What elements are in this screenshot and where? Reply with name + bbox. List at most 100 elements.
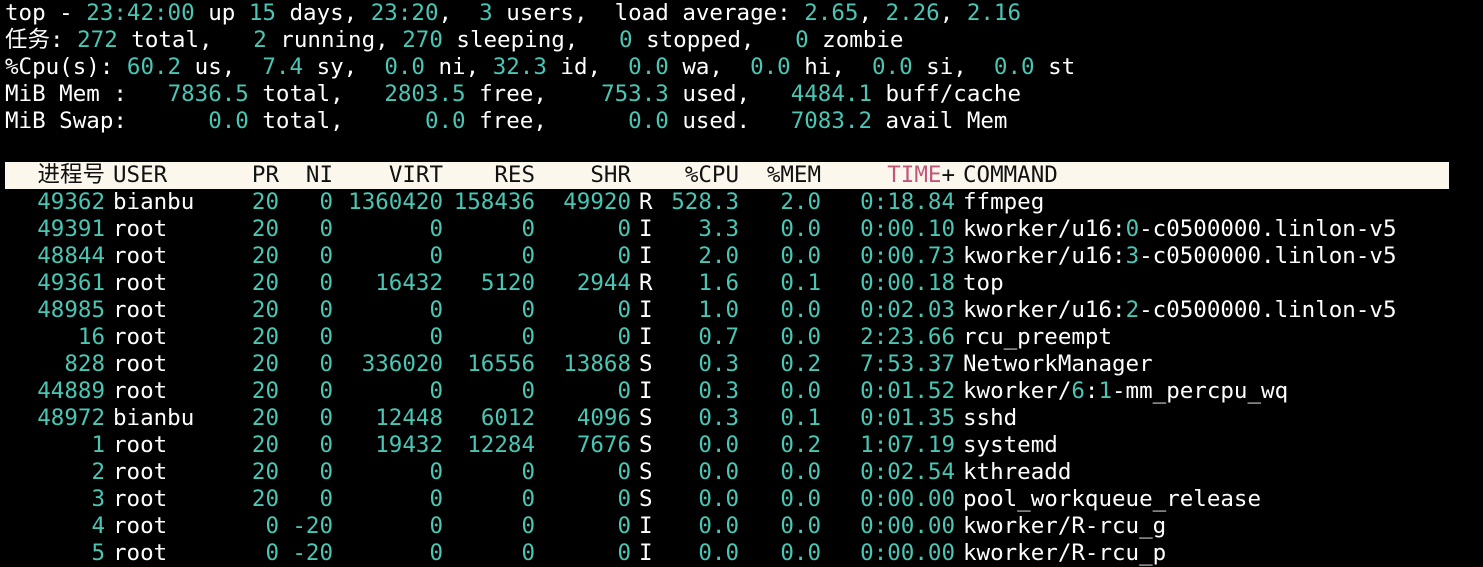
- cell-virt: 0: [429, 486, 443, 512]
- cell-user: root: [113, 216, 168, 242]
- header-time-plus: +: [941, 162, 955, 188]
- process-row[interactable]: 48972 bianbu 20 0 12448 6012 4096 S 0.3 0.1 0:01.3…: [5, 405, 1483, 432]
- cell-virt: 16432: [375, 270, 443, 296]
- line4-segment: total,: [248, 81, 385, 107]
- cell-command: kworker/R-rcu_g: [963, 513, 1483, 540]
- header-ni: NI: [305, 162, 333, 188]
- command-segment: rcu_preempt: [963, 324, 1113, 350]
- cell-user: root: [113, 351, 168, 377]
- cell-res: 5120: [480, 270, 535, 296]
- process-row[interactable]: 1 root 20 0 19432 12284 7676 S 0.0 0.2 1:07.19 syst…: [5, 432, 1483, 459]
- command-segment: NetworkManager: [963, 351, 1153, 377]
- process-row[interactable]: 828 root 20 0 336020 16556 13868 S 0.3 0.2 7:53.37…: [5, 351, 1483, 378]
- cell-command: top: [963, 270, 1483, 297]
- cell-cpu: 0.0: [698, 432, 739, 458]
- cell-ni: 0: [319, 216, 333, 242]
- line3-segment: id,: [546, 54, 629, 80]
- cell-s: S: [639, 351, 653, 377]
- line1-segment: ,: [939, 0, 967, 26]
- process-row[interactable]: 3 root 20 0 0 0 0 S 0.0 0.0 0:00.00 pool_workqueue_…: [5, 486, 1483, 513]
- cell-pid: 3: [91, 486, 105, 512]
- command-segment: pool_workqueue_release: [963, 486, 1262, 512]
- process-row[interactable]: 49361 root 20 0 16432 5120 2944 R 1.6 0.1 0:00.18 t…: [5, 270, 1483, 297]
- cell-time: 2:23.66: [860, 324, 955, 350]
- command-segment: -c0500000.linlon-v5: [1139, 243, 1397, 269]
- line3-segment: hi,: [790, 54, 872, 80]
- cell-ni: 0: [319, 432, 333, 458]
- cell-s: S: [639, 405, 653, 431]
- cell-user: root: [113, 486, 168, 512]
- cell-user: root: [113, 297, 168, 323]
- cell-s: R: [639, 189, 653, 215]
- process-row[interactable]: 49391 root 20 0 0 0 0 I 3.3 0.0 0:00.10 kworker/u16…: [5, 216, 1483, 243]
- cell-shr: 0: [617, 216, 631, 242]
- cell-virt: 1360420: [348, 189, 443, 215]
- command-segment: top: [963, 270, 1004, 296]
- process-row[interactable]: 5 root 0 -20 0 0 0 I 0.0 0.0 0:00.00 kworker/R-rcu_…: [5, 540, 1483, 567]
- cell-user: root: [113, 540, 168, 566]
- cell-cpu: 1.0: [698, 297, 739, 323]
- cell-pid: 44889: [37, 378, 105, 404]
- cell-ni: 0: [319, 270, 333, 296]
- cell-pr: 20: [251, 297, 279, 323]
- line2-segment: zombie: [808, 27, 904, 53]
- cell-s: S: [639, 486, 653, 512]
- cell-ni: 0: [319, 378, 333, 404]
- cell-virt: 0: [429, 216, 443, 242]
- line4-segment: 7836.5: [167, 81, 249, 107]
- process-row[interactable]: 48844 root 20 0 0 0 0 I 2.0 0.0 0:00.73 kworker/u16…: [5, 243, 1483, 270]
- process-row[interactable]: 2 root 20 0 0 0 0 S 0.0 0.0 0:02.54 kthreadd: [5, 459, 1483, 486]
- cell-mem: 0.2: [780, 432, 821, 458]
- command-segment: kworker/u16:: [963, 216, 1126, 242]
- process-row[interactable]: 49362 bianbu 20 0 1360420 158436 49920 R 528.3 2.…: [5, 189, 1483, 216]
- line1-segment: days,: [275, 0, 371, 26]
- line1-segment: 23:42:00: [86, 0, 195, 26]
- command-segment: kworker/: [963, 378, 1072, 404]
- process-table-header: 进程号 USER PR NI VIRT RES SHR %CPU %MEM TI…: [5, 162, 1449, 189]
- line5-segment: 7083.2: [790, 108, 872, 134]
- line1-segment: 2.65: [804, 0, 859, 26]
- cell-s: S: [639, 459, 653, 485]
- cell-cpu: 0.0: [698, 513, 739, 539]
- header-pid: 进程号: [37, 162, 105, 188]
- line5-segment: avail Mem: [872, 108, 1008, 134]
- line4-segment: 4484.1: [790, 81, 872, 107]
- command-segment: 3: [1125, 243, 1140, 269]
- cell-pr: 0: [265, 540, 279, 566]
- cell-time: 0:18.84: [860, 189, 955, 215]
- cell-cpu: 0.0: [698, 486, 739, 512]
- line1-segment: 15: [248, 0, 276, 26]
- cell-pr: 20: [251, 351, 279, 377]
- top-terminal[interactable]: top - 23:42:00 up 15 days, 23:20, 3 user…: [5, 0, 1483, 567]
- cell-res: 0: [521, 216, 535, 242]
- cell-s: I: [639, 513, 653, 539]
- cell-virt: 12448: [375, 405, 443, 431]
- process-row[interactable]: 48985 root 20 0 0 0 0 I 1.0 0.0 0:02.03 kworker/u16…: [5, 297, 1483, 324]
- cell-pid: 48844: [37, 243, 105, 269]
- cell-pr: 20: [251, 243, 279, 269]
- cell-time: 0:00.00: [860, 486, 955, 512]
- cell-mem: 0.0: [780, 459, 821, 485]
- cell-pr: 20: [251, 216, 279, 242]
- cell-time: 0:00.00: [860, 540, 955, 566]
- process-row[interactable]: 44889 root 20 0 0 0 0 I 0.3 0.0 0:01.52 kworker/6:1…: [5, 378, 1483, 405]
- cell-shr: 0: [617, 513, 631, 539]
- line1-segment: ,: [438, 0, 480, 26]
- cell-mem: 0.0: [780, 378, 821, 404]
- process-row[interactable]: 4 root 0 -20 0 0 0 I 0.0 0.0 0:00.00 kworker/R-rcu_…: [5, 513, 1483, 540]
- line1-segment: 2.26: [885, 0, 940, 26]
- cell-time: 0:00.00: [860, 513, 955, 539]
- cell-time: 0:00.18: [860, 270, 955, 296]
- cell-pr: 20: [251, 189, 279, 215]
- line3-segment: ni,: [424, 54, 493, 80]
- line3-segment: sy,: [303, 54, 385, 80]
- cell-res: 0: [521, 324, 535, 350]
- cell-shr: 49920: [563, 189, 631, 215]
- cell-pid: 48985: [37, 297, 105, 323]
- cell-pr: 20: [251, 405, 279, 431]
- line1-segment: ,: [858, 0, 886, 26]
- process-row[interactable]: 16 root 20 0 0 0 0 I 0.7 0.0 2:23.66 rcu_preempt: [5, 324, 1483, 351]
- cell-command: kworker/u16:3-c0500000.linlon-v5: [963, 243, 1483, 270]
- cell-cpu: 0.0: [698, 459, 739, 485]
- command-segment: 1: [1098, 378, 1113, 404]
